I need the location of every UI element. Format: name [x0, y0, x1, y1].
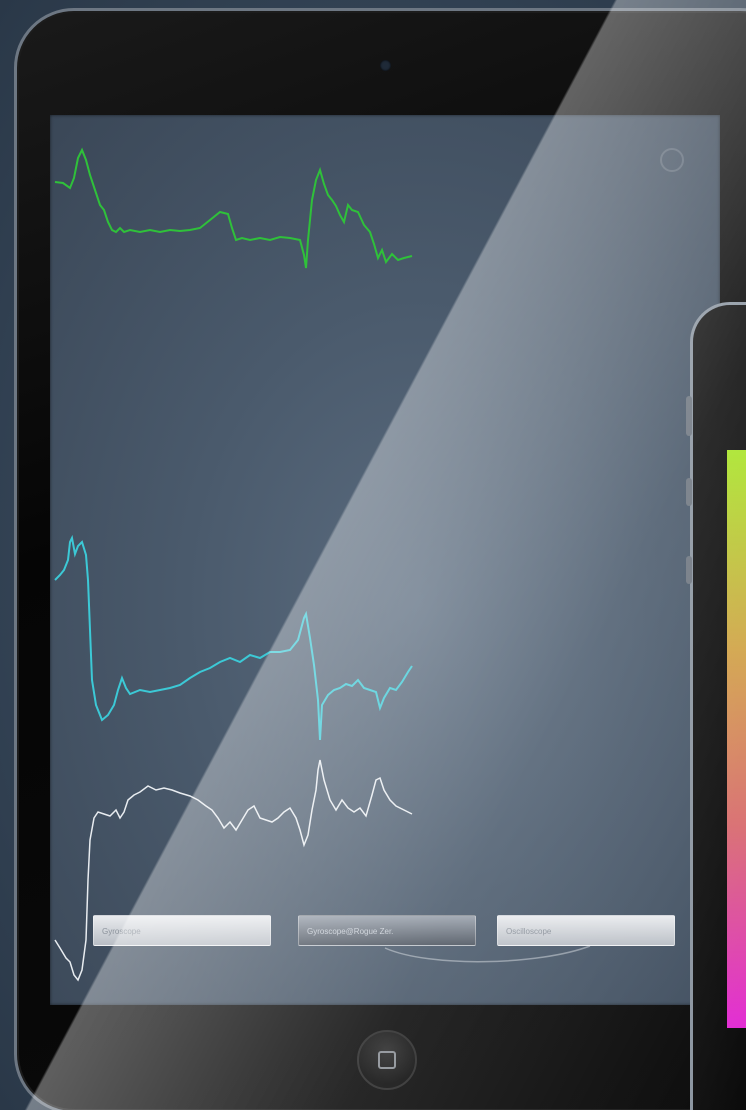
device-stage: Gyroscope Gyroscope@Rogue Zer. Oscillosc… — [0, 0, 746, 1110]
iphone-volume-down-button — [686, 556, 692, 584]
button-connector-curve — [384, 945, 591, 963]
white-trace — [54, 759, 413, 982]
cyan-trace — [54, 534, 413, 741]
home-button-icon — [378, 1051, 396, 1069]
oscilloscope-button[interactable]: Oscilloscope — [497, 915, 675, 946]
gyroscope-button[interactable]: Gyroscope — [93, 915, 271, 946]
home-button[interactable] — [357, 1030, 417, 1090]
iphone-screen — [727, 450, 746, 1028]
iphone-side-button — [686, 396, 692, 436]
gyroscope-rogue-button[interactable]: Gyroscope@Rogue Zer. — [298, 915, 476, 946]
green-trace — [54, 147, 413, 269]
iphone-volume-up-button — [686, 478, 692, 506]
